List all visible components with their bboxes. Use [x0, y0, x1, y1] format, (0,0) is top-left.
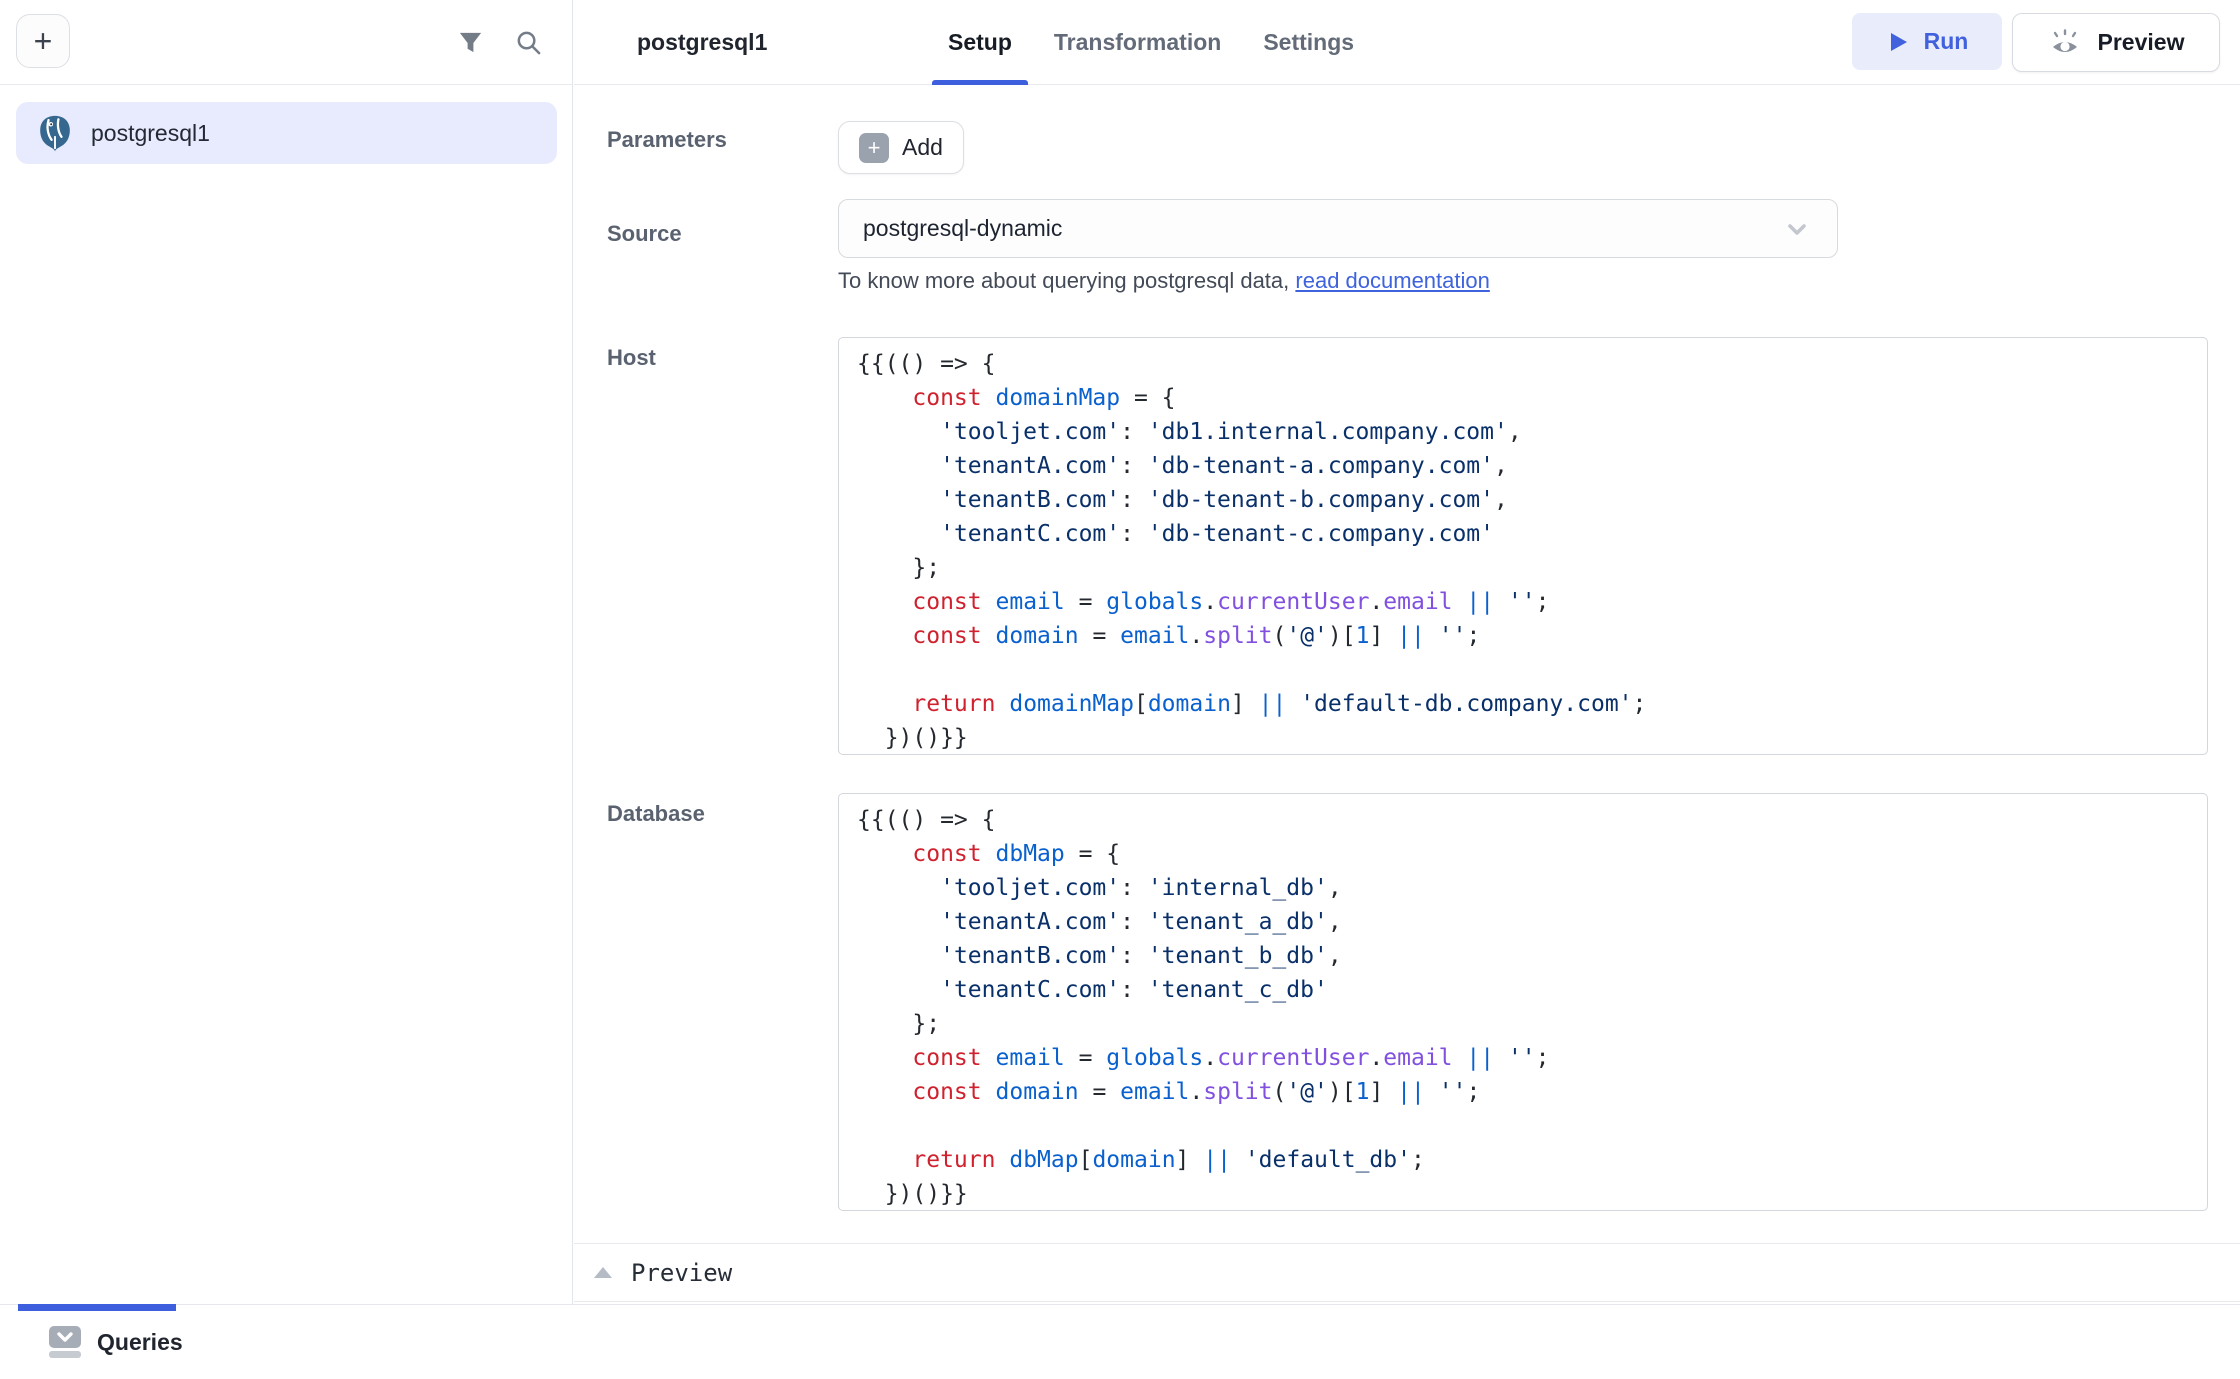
search-icon[interactable] — [515, 29, 542, 56]
source-select-value: postgresql-dynamic — [863, 215, 1781, 242]
play-icon — [1886, 30, 1910, 54]
queries-panel-toggle[interactable]: Queries — [48, 1305, 183, 1379]
plus-icon: + — [34, 23, 53, 60]
tab-transformation-label: Transformation — [1054, 29, 1221, 56]
queries-panel-label: Queries — [97, 1329, 183, 1356]
new-query-button[interactable]: + — [16, 14, 70, 68]
panel-collapse-icon — [48, 1325, 82, 1359]
code-line: 'tenantC.com': 'tenant_c_db' — [857, 973, 2207, 1007]
source-doc-hint: To know more about querying postgresql d… — [838, 268, 1490, 294]
code-line: const domainMap = { — [857, 381, 2207, 415]
database-code-editor[interactable]: {{(() => { const dbMap = { 'tooljet.com'… — [838, 793, 2208, 1211]
query-list-sidebar: + postgresql1 — [0, 0, 573, 1304]
add-parameter-button[interactable]: + Add — [838, 121, 964, 174]
add-parameter-label: Add — [902, 134, 943, 161]
code-line: })()}} — [857, 1177, 2207, 1211]
code-line: return dbMap[domain] || 'default_db'; — [857, 1143, 2207, 1177]
editor-tabs: Setup Transformation Settings — [932, 0, 1380, 85]
database-label: Database — [607, 801, 705, 827]
code-line: {{(() => { — [857, 803, 2207, 837]
code-line: 'tenantA.com': 'db-tenant-a.company.com'… — [857, 449, 2207, 483]
preview-section-toggle[interactable]: Preview — [574, 1243, 2240, 1302]
code-line: const domain = email.split('@')[1] || ''… — [857, 619, 2207, 653]
tab-transformation[interactable]: Transformation — [1038, 0, 1237, 85]
filter-icon[interactable] — [457, 29, 484, 56]
chevron-down-icon — [1781, 213, 1813, 245]
tab-settings[interactable]: Settings — [1247, 0, 1370, 85]
code-line: }; — [857, 551, 2207, 585]
code-line: const domain = email.split('@')[1] || ''… — [857, 1075, 2207, 1109]
sidebar-header: + — [0, 0, 572, 85]
tab-settings-label: Settings — [1263, 29, 1354, 56]
read-documentation-link[interactable]: read documentation — [1295, 268, 1489, 293]
active-tab-underline — [932, 80, 1028, 85]
run-button-label: Run — [1924, 28, 1969, 55]
code-line: return domainMap[domain] || 'default-db.… — [857, 687, 2207, 721]
doc-hint-text: To know more about querying postgresql d… — [838, 268, 1295, 293]
code-line: 'tenantB.com': 'db-tenant-b.company.com'… — [857, 483, 2207, 517]
code-line: 'tenantC.com': 'db-tenant-c.company.com' — [857, 517, 2207, 551]
code-line: const email = globals.currentUser.email … — [857, 585, 2207, 619]
preview-button[interactable]: Preview — [2012, 13, 2220, 72]
tab-setup-label: Setup — [948, 29, 1012, 56]
preview-button-label: Preview — [2098, 29, 2185, 56]
preview-section-label: Preview — [631, 1259, 732, 1287]
source-label: Source — [607, 221, 682, 247]
bottom-panel-bar: Queries — [0, 1304, 2240, 1378]
code-line: 'tenantB.com': 'tenant_b_db', — [857, 939, 2207, 973]
postgresql-elephant-icon — [36, 114, 74, 152]
code-line: {{(() => { — [857, 347, 2207, 381]
query-editor-main: postgresql1 Setup Transformation Setting… — [574, 0, 2240, 1304]
host-code-editor[interactable]: {{(() => { const domainMap = { 'tooljet.… — [838, 337, 2208, 755]
host-label: Host — [607, 345, 656, 371]
query-item-label: postgresql1 — [91, 120, 210, 147]
run-button[interactable]: Run — [1852, 13, 2002, 70]
code-line: const dbMap = { — [857, 837, 2207, 871]
query-list-item-postgresql1[interactable]: postgresql1 — [16, 102, 557, 164]
code-line: const email = globals.currentUser.email … — [857, 1041, 2207, 1075]
code-line — [857, 653, 2207, 687]
source-select[interactable]: postgresql-dynamic — [838, 199, 1838, 258]
eye-icon — [2048, 26, 2082, 60]
parameters-label: Parameters — [607, 127, 727, 153]
tab-setup[interactable]: Setup — [932, 0, 1028, 85]
code-line: 'tooljet.com': 'internal_db', — [857, 871, 2207, 905]
code-line: }; — [857, 1007, 2207, 1041]
code-line: 'tenantA.com': 'tenant_a_db', — [857, 905, 2207, 939]
code-line: 'tooljet.com': 'db1.internal.company.com… — [857, 415, 2207, 449]
query-title: postgresql1 — [637, 0, 767, 85]
code-line: })()}} — [857, 721, 2207, 755]
query-editor-header: postgresql1 Setup Transformation Setting… — [574, 0, 2240, 85]
header-actions: Run Preview — [1852, 13, 2220, 72]
code-line — [857, 1109, 2207, 1143]
triangle-up-icon — [594, 1267, 612, 1278]
plus-square-icon: + — [859, 133, 889, 163]
